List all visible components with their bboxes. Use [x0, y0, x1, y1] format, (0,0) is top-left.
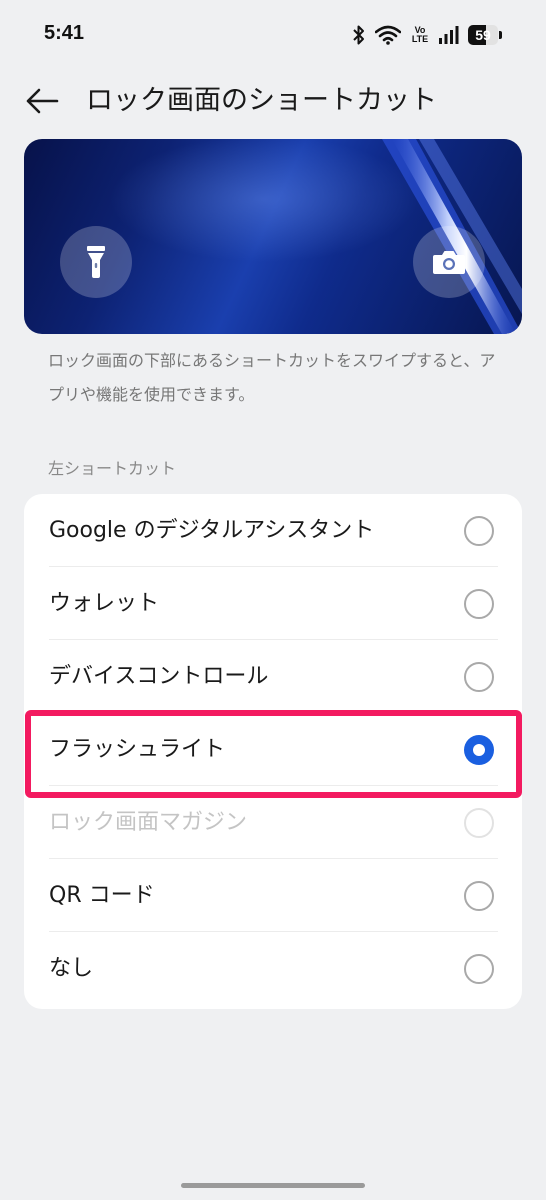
- option-google-assistant[interactable]: Google のデジタルアシスタント: [24, 494, 522, 567]
- volte-icon: Vo LTE: [410, 26, 430, 44]
- battery-tip: [499, 31, 502, 39]
- radio-button[interactable]: [464, 954, 494, 984]
- lock-screen-preview: [24, 139, 522, 334]
- battery-level: 59: [475, 27, 491, 43]
- option-device-controls[interactable]: デバイスコントロール: [24, 640, 522, 713]
- back-button[interactable]: [22, 84, 62, 118]
- option-label: ウォレット: [49, 591, 160, 616]
- header: ロック画面のショートカット: [0, 72, 546, 132]
- description-text: ロック画面の下部にあるショートカットをスワイプすると、アプリや機能を使用できます…: [48, 351, 496, 404]
- page-title: ロック画面のショートカット: [86, 85, 437, 116]
- option-label: なし: [49, 956, 94, 981]
- radio-button[interactable]: [464, 589, 494, 619]
- radio-button[interactable]: [464, 662, 494, 692]
- radio-button[interactable]: [464, 516, 494, 546]
- camera-icon: [433, 251, 465, 274]
- radio-button[interactable]: [464, 881, 494, 911]
- option-qr-code[interactable]: QR コード: [24, 859, 522, 932]
- volte-bottom-text: LTE: [411, 34, 429, 44]
- radio-button-disabled: [464, 808, 494, 838]
- flashlight-icon: [87, 246, 105, 278]
- option-label: QR コード: [49, 883, 155, 908]
- selection-highlight-box: [25, 710, 522, 798]
- option-none[interactable]: なし: [24, 932, 522, 1005]
- camera-shortcut: [413, 226, 485, 298]
- status-bar: 5:41 Vo LTE 59: [0, 0, 546, 72]
- section-label-left-shortcut: 左ショートカット: [48, 459, 177, 478]
- signal-icon: [439, 26, 459, 44]
- battery-icon: 59: [468, 25, 502, 45]
- option-wallet[interactable]: ウォレット: [24, 567, 522, 640]
- status-icons: Vo LTE 59: [352, 22, 502, 48]
- wifi-icon: [375, 25, 401, 45]
- status-time: 5:41: [44, 22, 85, 44]
- arrow-left-icon: [26, 88, 59, 114]
- option-label: Google のデジタルアシスタント: [49, 518, 375, 543]
- option-label: デバイスコントロール: [49, 664, 269, 689]
- flashlight-shortcut: [60, 226, 132, 298]
- home-indicator: [181, 1183, 365, 1188]
- bluetooth-icon: [352, 24, 366, 46]
